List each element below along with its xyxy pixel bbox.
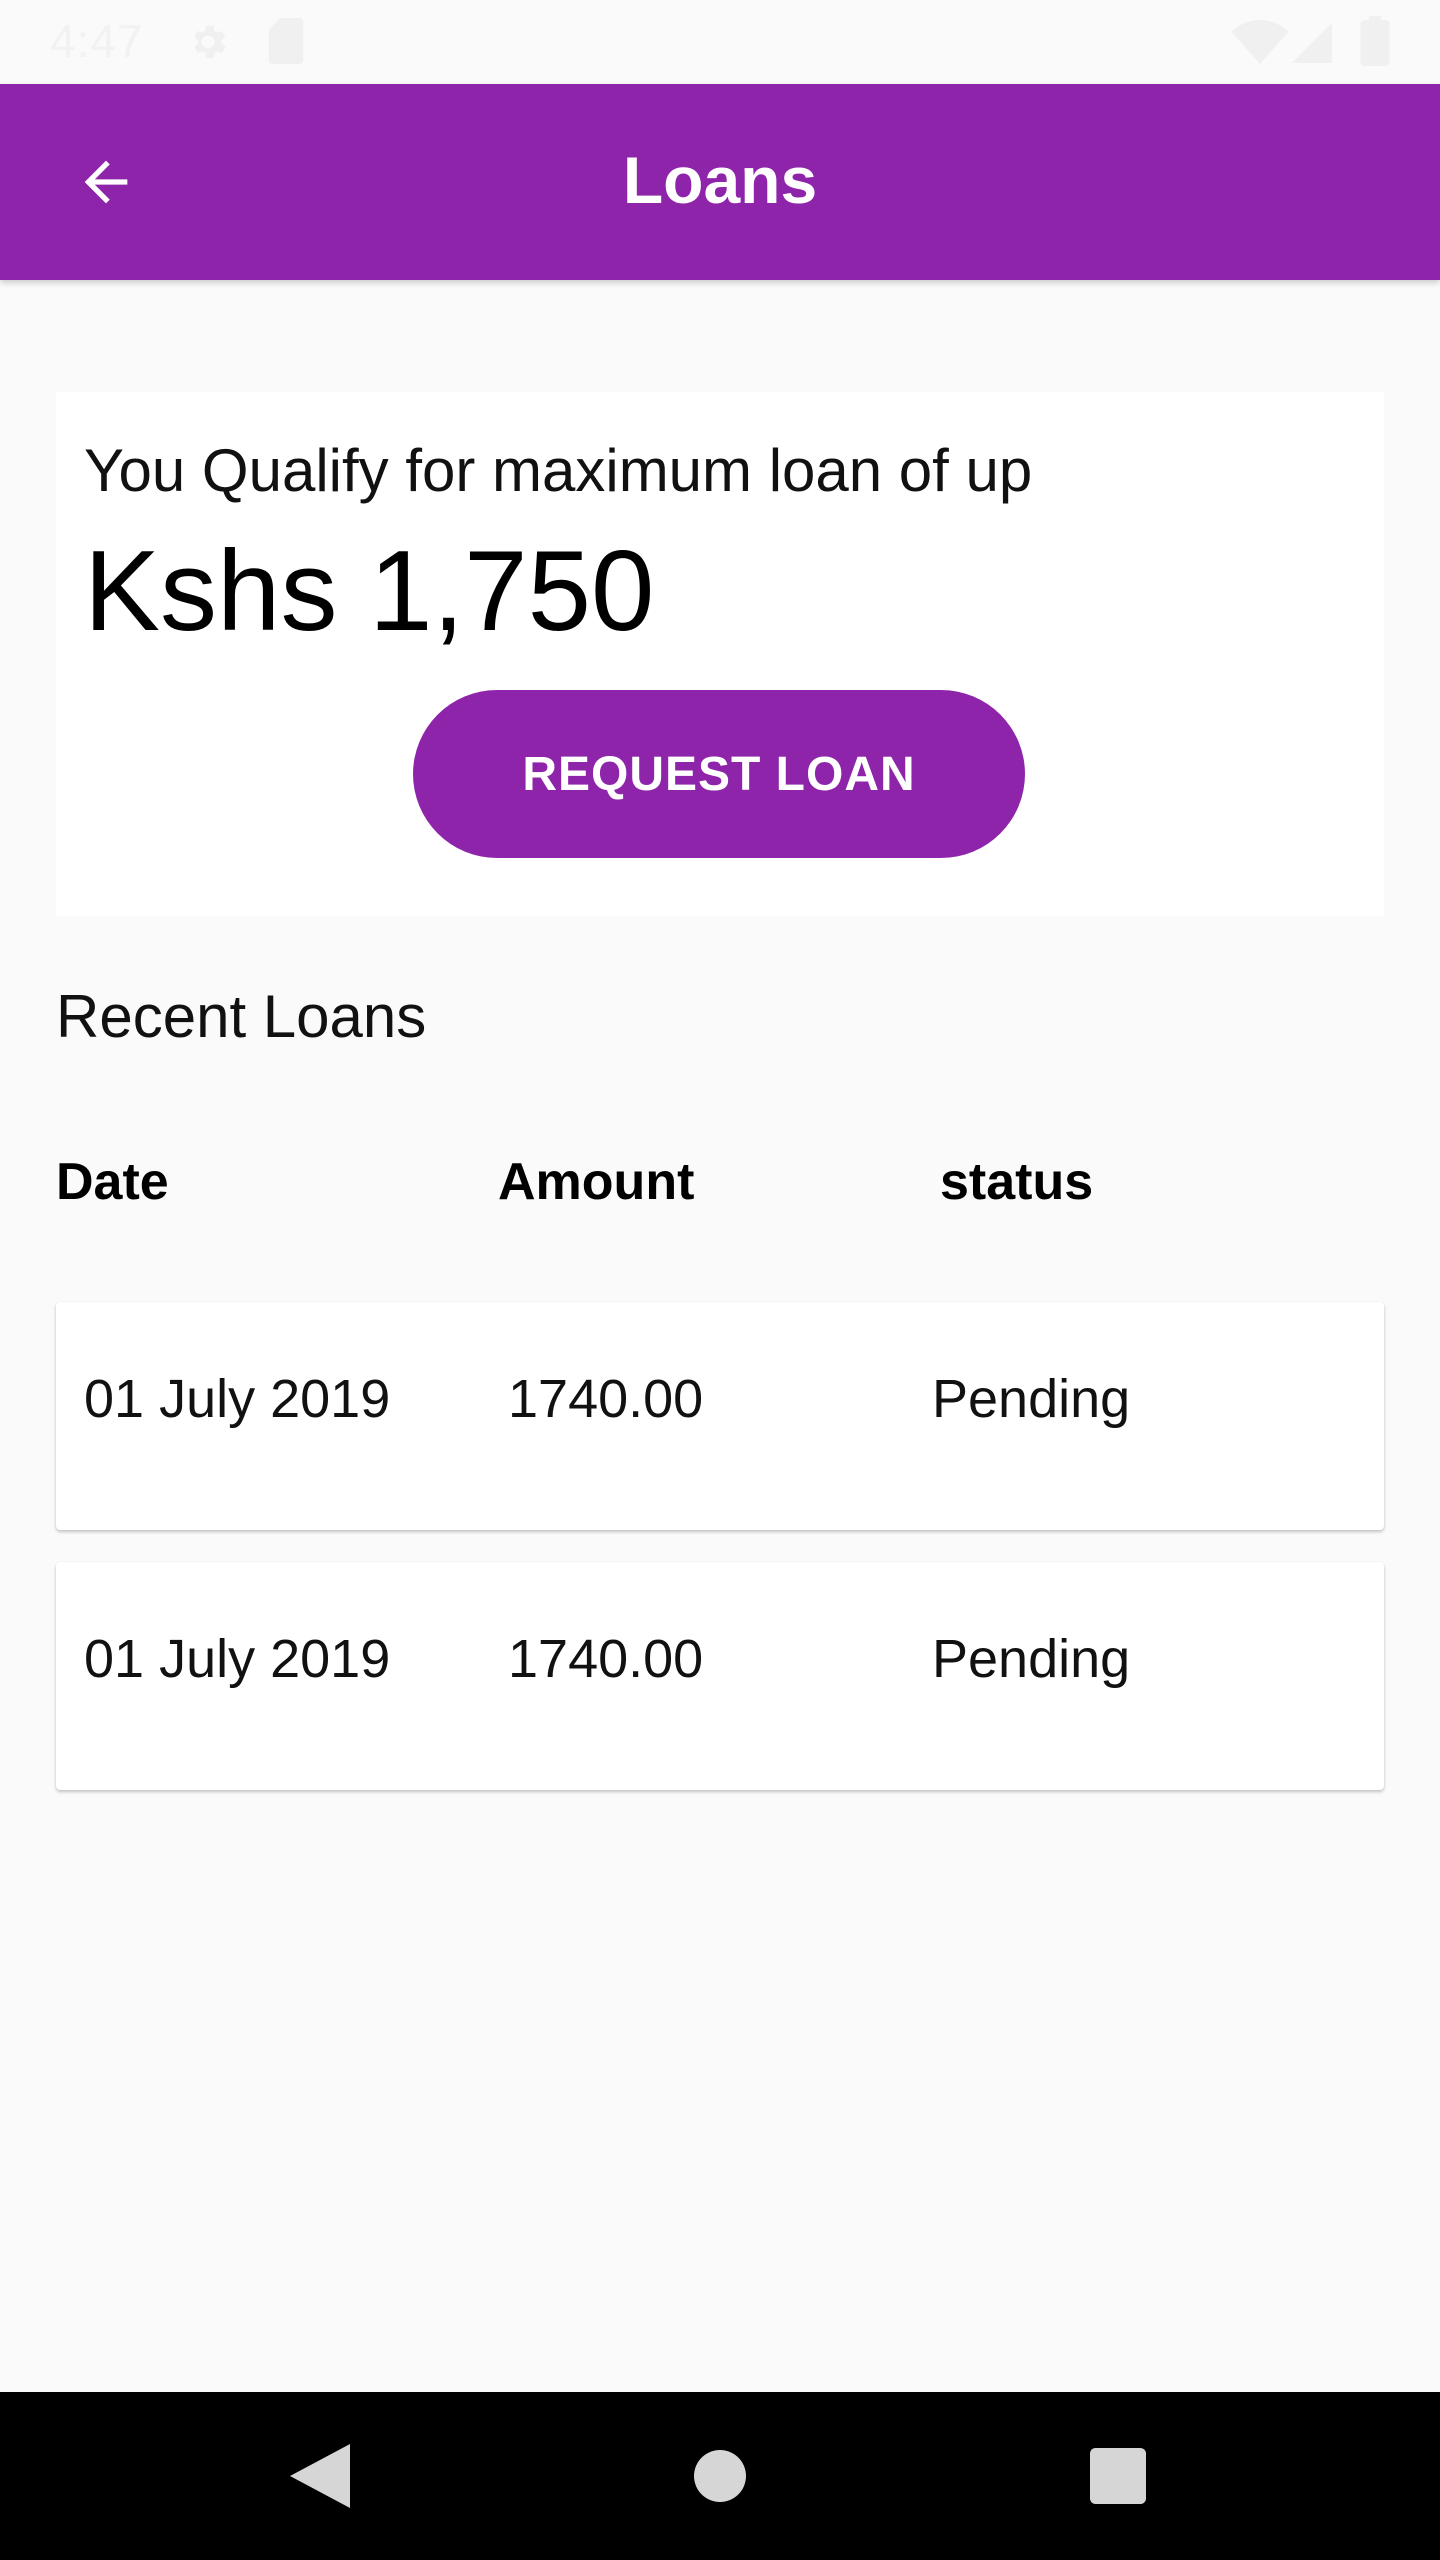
gear-icon [194, 25, 226, 59]
app-bar: Loans [0, 84, 1440, 280]
loan-status: Pending [932, 1369, 1131, 1429]
loan-amount: 1740.00 [508, 1369, 704, 1429]
recents-square-icon [1090, 2448, 1146, 2504]
loan-amount: 1740.00 [508, 1629, 704, 1689]
loan-row[interactable]: 01 July 2019 1740.00 Pending [56, 1302, 1384, 1530]
loan-status: Pending [932, 1629, 1131, 1689]
recent-loans-title: Recent Loans [56, 983, 427, 1050]
battery-icon [1360, 16, 1390, 66]
back-triangle-icon [290, 2444, 350, 2508]
nav-home-button[interactable] [676, 2432, 764, 2520]
nav-back-button[interactable] [276, 2432, 364, 2520]
page-title: Loans [622, 143, 818, 217]
nav-recents-button[interactable] [1074, 2432, 1162, 2520]
loan-date: 01 July 2019 [84, 1369, 391, 1429]
status-time: 4:47 [50, 15, 144, 67]
status-bar: 4:47 [0, 0, 1440, 84]
column-header-status: status [940, 1153, 1094, 1211]
home-circle-icon [694, 2450, 746, 2502]
wifi-icon [1231, 20, 1289, 65]
column-header-amount: Amount [498, 1153, 695, 1211]
column-header-date: Date [56, 1153, 169, 1211]
loan-date: 01 July 2019 [84, 1629, 391, 1689]
max-loan-amount: Kshs 1,750 [84, 528, 655, 655]
sd-card-icon [268, 18, 304, 64]
system-nav-bar [0, 2392, 1440, 2560]
loan-qualification-card: You Qualify for maximum loan of up Kshs … [56, 392, 1384, 916]
request-loan-button[interactable]: REQUEST LOAN [413, 690, 1025, 858]
loan-row[interactable]: 01 July 2019 1740.00 Pending [56, 1562, 1384, 1790]
signal-icon [1292, 23, 1332, 63]
qualify-text: You Qualify for maximum loan of up [84, 437, 1033, 504]
